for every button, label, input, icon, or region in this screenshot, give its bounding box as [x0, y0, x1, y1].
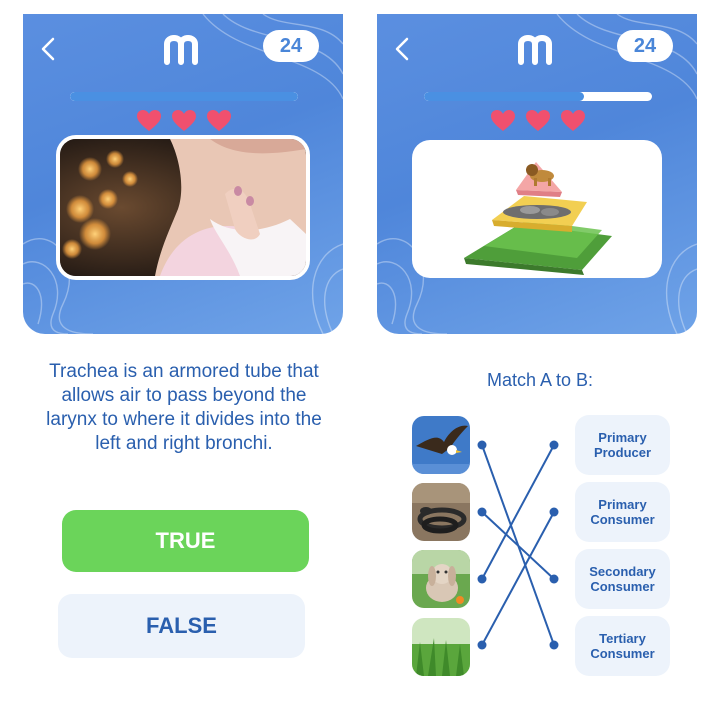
- snake-image: [412, 483, 470, 541]
- connector-dot-b[interactable]: [549, 574, 559, 584]
- connector-dot-a[interactable]: [477, 507, 487, 517]
- food-pyramid-card: [412, 140, 662, 278]
- throat-photo-illustration: [60, 139, 306, 276]
- question-counter: 24: [617, 30, 673, 62]
- grass-thumbnail[interactable]: [412, 618, 470, 676]
- back-chevron-icon[interactable]: [37, 36, 61, 62]
- brand-logo-icon: [164, 35, 198, 65]
- food-pyramid-illustration: [464, 162, 612, 275]
- match-option-secondary-consumer[interactable]: Secondary Consumer: [575, 549, 670, 609]
- back-chevron-icon[interactable]: [391, 36, 415, 62]
- connector-dot-a[interactable]: [477, 640, 487, 650]
- rabbit-image: [412, 550, 470, 608]
- connector-dot-b[interactable]: [549, 507, 559, 517]
- heart-icon: [137, 110, 161, 131]
- progress-bar: [424, 92, 652, 101]
- rabbit-thumbnail[interactable]: [412, 550, 470, 608]
- heart-icon: [491, 110, 515, 131]
- eagle-image: [412, 416, 470, 474]
- progress-fill: [424, 92, 584, 101]
- question-text: Trachea is an armored tube that allows a…: [46, 361, 322, 454]
- question-counter: 24: [263, 30, 319, 62]
- heart-icon: [207, 110, 231, 131]
- match-connector-lines: [477, 440, 559, 650]
- connector-line: [481, 511, 555, 646]
- heart-icon: [172, 110, 196, 131]
- progress-bar: [70, 92, 298, 101]
- match-option-primary-producer[interactable]: Primary Producer: [575, 415, 670, 475]
- false-button[interactable]: FALSE: [58, 594, 305, 658]
- heart-icon: [561, 110, 585, 131]
- connector-dot-b[interactable]: [549, 440, 559, 450]
- eagle-thumbnail[interactable]: [412, 416, 470, 474]
- heart-icon: [526, 110, 550, 131]
- connector-dot-b[interactable]: [549, 640, 559, 650]
- snake-thumbnail[interactable]: [412, 483, 470, 541]
- lives-hearts: [136, 109, 232, 133]
- lives-hearts: [490, 109, 586, 133]
- match-title: Match A to B:: [486, 370, 594, 390]
- brand-logo-icon: [518, 35, 552, 65]
- true-button[interactable]: TRUE: [62, 510, 309, 572]
- left-screen-header: 24: [23, 14, 343, 334]
- progress-fill: [70, 92, 298, 101]
- match-option-primary-consumer[interactable]: Primary Consumer: [575, 482, 670, 542]
- connector-dot-a[interactable]: [477, 440, 487, 450]
- grass-image: [412, 618, 470, 676]
- connector-line: [481, 511, 555, 580]
- question-photo: [56, 135, 310, 280]
- connector-line: [481, 444, 555, 580]
- connector-dot-a[interactable]: [477, 574, 487, 584]
- right-screen-header: 24: [377, 14, 697, 334]
- match-option-tertiary-consumer[interactable]: Tertiary Consumer: [575, 616, 670, 676]
